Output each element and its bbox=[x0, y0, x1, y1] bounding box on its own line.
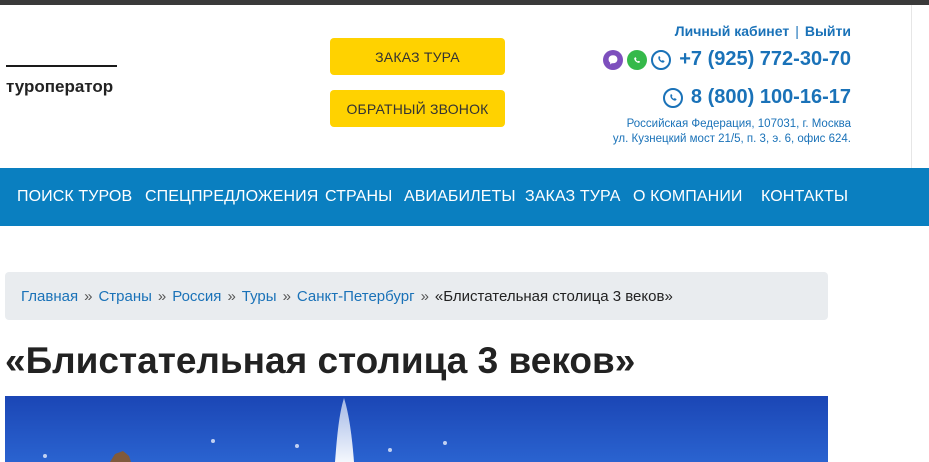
order-tour-button[interactable]: ЗАКАЗ ТУРА bbox=[330, 38, 505, 75]
breadcrumb-russia[interactable]: Россия bbox=[172, 288, 221, 305]
fountain-photo bbox=[5, 396, 828, 462]
breadcrumb-separator: » bbox=[282, 287, 291, 305]
nav-item-order-tour[interactable]: Заказ тура bbox=[525, 168, 620, 226]
whatsapp-icon[interactable] bbox=[627, 49, 648, 70]
address-line-2: ул. Кузнецкий мост 21/5, п. 3, э. 6, офи… bbox=[612, 133, 851, 145]
breadcrumb-current: «Блистательная столица 3 веков» bbox=[434, 287, 673, 305]
logout-link[interactable]: Выйти bbox=[805, 23, 851, 39]
address-line-1: Российская Федерация, 107031, г. Москва bbox=[626, 118, 851, 130]
nav-item-contacts[interactable]: Контакты bbox=[761, 168, 848, 226]
phone-number-main[interactable]: +7 (925) 772-30-70 bbox=[679, 48, 851, 71]
breadcrumb-separator: » bbox=[227, 287, 236, 305]
logo-underline bbox=[6, 65, 117, 67]
phone-icon[interactable] bbox=[662, 87, 683, 108]
account-separator: | bbox=[795, 23, 799, 39]
phone-row-main: +7 (925) 772-30-70 bbox=[603, 48, 851, 71]
personal-cabinet-link[interactable]: Личный кабинет bbox=[675, 23, 789, 39]
breadcrumb-separator: » bbox=[157, 287, 167, 305]
main-nav: Поиск туров Спецпредложения Страны Авиаб… bbox=[0, 168, 929, 226]
breadcrumb-separator: » bbox=[84, 287, 93, 305]
nav-item-air-tickets[interactable]: Авиабилеты bbox=[404, 168, 516, 226]
page-title: «Блистательная столица 3 веков» bbox=[5, 340, 636, 381]
phone-row-tollfree: 8 (800) 100-16-17 bbox=[662, 86, 851, 109]
callback-button[interactable]: ОБРАТНЫЙ ЗВОНОК bbox=[330, 90, 505, 127]
logo-subtitle: туроператор bbox=[6, 77, 114, 96]
viber-icon[interactable] bbox=[603, 49, 624, 70]
nav-item-search-tours[interactable]: Поиск туров bbox=[17, 168, 132, 226]
nav-item-countries[interactable]: Страны bbox=[325, 168, 392, 226]
scroll-edge bbox=[911, 5, 929, 168]
breadcrumb-home[interactable]: Главная bbox=[21, 288, 78, 305]
tour-hero-image bbox=[5, 396, 828, 462]
breadcrumb-saint-petersburg[interactable]: Санкт-Петербург bbox=[297, 288, 415, 305]
nav-item-special-offers[interactable]: Спецпредложения bbox=[145, 168, 318, 226]
breadcrumb-tours[interactable]: Туры bbox=[242, 288, 277, 305]
phone-number-tollfree[interactable]: 8 (800) 100-16-17 bbox=[691, 86, 851, 109]
top-bar bbox=[0, 0, 929, 5]
breadcrumb-countries[interactable]: Страны bbox=[98, 288, 151, 305]
account-links: Личный кабинет | Выйти bbox=[675, 23, 851, 39]
nav-item-about[interactable]: О компании bbox=[633, 168, 743, 226]
breadcrumb-separator: » bbox=[420, 287, 429, 305]
phone-icon[interactable] bbox=[651, 49, 672, 70]
office-address: Российская Федерация, 107031, г. Москва … bbox=[613, 117, 851, 147]
breadcrumb: Главная » Страны » Россия » Туры » Санкт… bbox=[5, 272, 828, 320]
